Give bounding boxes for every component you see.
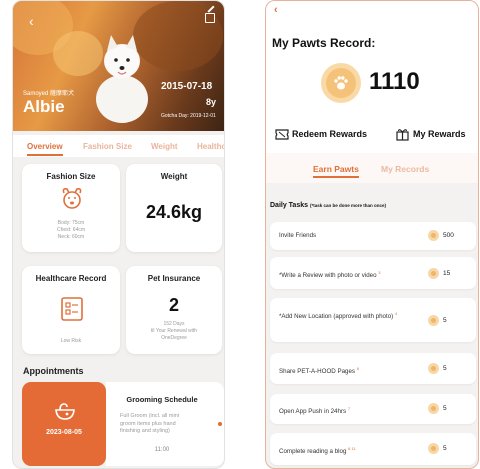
pet-birth-date: 2015-07-18 [161,81,213,92]
task-points: 15 [443,270,451,277]
clipboard-icon [61,297,83,321]
task-text: *Write a Review with photo or video [279,272,377,280]
task-label: Share PET-A-HOOD Pages 6 [279,365,359,376]
my-rewards-button[interactable]: My Rewards [413,129,466,139]
daily-tasks-note: (*task can be done more than once) [309,203,386,208]
pet-name: Albie [23,97,65,116]
task-text: Invite Friends [279,232,317,239]
task-item[interactable]: *Add New Location (approved with photo) … [270,298,476,342]
tab-overview[interactable]: Overview [27,142,63,156]
task-text: Open App Push in 24hrs [279,408,347,416]
weight-value: 24.6kg [145,202,203,222]
insurance-renewal-line-2: OneDegree [161,335,187,341]
appointment-time: 11:00 [154,447,170,453]
gotcha-day: Gotcha Day: 2019-12-01 [161,113,216,119]
ticket-icon [275,129,289,140]
status-dot [218,422,222,426]
gift-icon [396,129,409,141]
coin-icon [428,443,439,454]
redeem-rewards-button[interactable]: Redeem Rewards [292,129,367,139]
healthcare-record-card[interactable]: Healthcare Record Low Risk [22,266,120,354]
insurance-count: 2 [168,295,179,315]
tab-weight[interactable]: Weight [151,142,178,151]
task-footnote: 4 [394,311,398,316]
task-label: Open App Push in 24hrs 7 [279,405,350,416]
task-points: 5 [443,405,447,412]
weight-card[interactable]: Weight 24.6kg [126,164,222,252]
task-points: 5 [443,365,447,372]
insurance-days: 152 Days [163,321,185,327]
task-text: *Add New Location (approved with photo) [279,313,394,321]
pet-insurance-card[interactable]: Pet Insurance 2 152 Days til Your Renewa… [126,266,222,354]
daily-tasks-heading: Daily Tasks (*task can be done more than… [270,202,386,209]
appointment-date-card[interactable]: 2023-08-05 [22,382,106,466]
task-footnote: 7 [347,406,351,411]
tab-healthcare[interactable]: Healthc [197,142,224,151]
task-footnote: 8 11 [348,446,356,451]
body-size: Body: 75cm [57,220,85,226]
task-item[interactable]: Complete reading a blog 8 11 5 [270,433,476,465]
coin-icon [428,363,439,374]
records-tabs: Earn Pawts My Records [266,153,478,183]
insurance-renewal-line-1: til Your Renewal with [150,328,198,334]
pet-hero-banner: ‹ Samoyed 薩摩耶犬 Albie 2015-07-18 8y Gotch… [13,1,224,131]
task-points: 5 [443,445,447,452]
task-text: Share PET-A-HOOD Pages [279,368,355,376]
tab-my-records[interactable]: My Records [381,164,429,174]
task-footnote: 6 [356,366,359,371]
dog-face-icon [62,188,82,209]
coin-icon [428,268,439,279]
points-total: 1110 [369,68,420,95]
paw-coin-badge [321,63,361,103]
task-item[interactable]: Invite Friends 500 [270,222,476,250]
description-line: finishing and styling) [120,428,170,434]
coin-icon [428,315,439,326]
task-points: 500 [443,232,454,239]
pet-age: 8y [206,97,217,107]
daily-tasks-title: Daily Tasks [270,202,309,209]
coin-icon [428,403,439,414]
task-label: Invite Friends [279,232,316,240]
profile-tabs: Overview Fashion Size Weight Healthc [13,135,224,157]
task-label: *Add New Location (approved with photo) … [279,310,425,321]
page-title: My Pawts Record: [272,36,376,50]
appointment-description: Full Groom (incl. all mini groom items p… [120,413,179,436]
task-footnote: 3 [378,270,381,275]
card-title: Fashion Size [46,172,96,181]
neck-size: Neck: 60cm [57,234,85,240]
task-item[interactable]: Open App Push in 24hrs 7 5 [270,394,476,424]
task-points: 5 [443,317,447,324]
task-text: Complete reading a blog [279,448,347,456]
appointment-title: Grooming Schedule [126,395,198,404]
grooming-tub-icon [55,403,75,420]
task-label: Complete reading a blog 8 11 [279,445,356,456]
task-item[interactable]: *Write a Review with photo or video 3 15 [270,257,476,289]
card-title: Pet Insurance [147,274,201,283]
pet-profile-screen: ‹ Samoyed 薩摩耶犬 Albie 2015-07-18 8y Gotch… [12,0,225,469]
appointments-heading: Appointments [23,366,84,376]
task-label: *Write a Review with photo or video 3 [279,269,381,280]
appointment-detail-card[interactable]: Grooming Schedule Full Groom (incl. all … [106,382,224,466]
coin-icon [428,230,439,241]
pet-breed: Samoyed 薩摩耶犬 [23,91,75,97]
appointment-date: 2023-08-05 [46,429,82,436]
task-item[interactable]: Share PET-A-HOOD Pages 6 5 [270,353,476,384]
description-line: Full Groom (incl. all mini [120,413,179,419]
back-button[interactable]: ‹ [29,13,34,29]
tab-earn-pawts[interactable]: Earn Pawts [313,164,359,178]
description-line: groom items plus hand [120,420,176,427]
edit-icon[interactable] [205,13,215,23]
card-title: Weight [160,172,188,181]
samoyed-photo [96,35,148,123]
back-button[interactable]: ‹ [274,4,278,16]
risk-level: Low Risk [60,338,82,344]
paw-icon [334,76,348,90]
fashion-size-card[interactable]: Fashion Size Body: 75cm Chest: 64cm Neck… [22,164,120,252]
card-title: Healthcare Record [35,274,107,283]
paw-coin-inner [326,68,356,98]
chest-size: Chest: 64cm [56,227,86,233]
pawts-record-screen: ‹ My Pawts Record: 1110 Redeem Rewards M… [265,0,479,469]
tab-fashion-size[interactable]: Fashion Size [83,142,132,151]
